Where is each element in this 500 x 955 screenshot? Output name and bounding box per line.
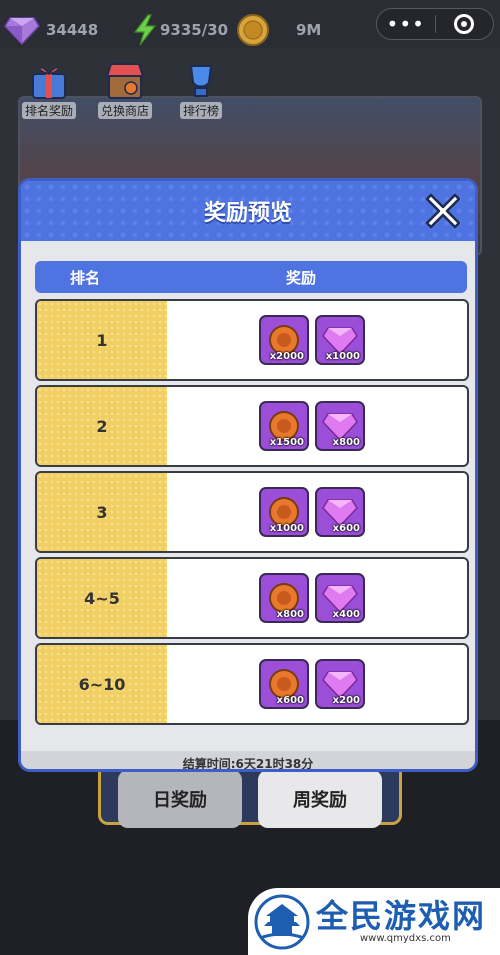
coin-counter: 9M <box>236 6 321 54</box>
coin-count: 9M <box>296 21 322 39</box>
gem-reward-item[interactable]: x600 <box>315 487 365 537</box>
gem-amount: x400 <box>332 609 360 620</box>
gem-reward-item[interactable]: x400 <box>315 573 365 623</box>
tab-daily-reward[interactable]: 日奖励 <box>118 770 242 828</box>
gem-counter: 34448 <box>4 6 98 54</box>
energy-counter: 9335/30 <box>132 6 228 54</box>
feature-label: 排行榜 <box>179 102 222 119</box>
coin-amount: x1500 <box>269 437 304 448</box>
site-watermark: 全民游戏网 www.qmydxs.com <box>248 888 500 955</box>
table-row: 2 x1500 x800 <box>35 385 469 467</box>
watermark-text: 全民游戏网 www.qmydxs.com <box>316 899 486 944</box>
reward-cell: x2000 x1000 <box>167 301 467 379</box>
gem-amount: x800 <box>332 437 360 448</box>
table-row: 6~10 x600 x200 <box>35 643 469 725</box>
dialog-title: 奖励预览 <box>203 201 292 226</box>
coin-amount: x2000 <box>269 351 304 362</box>
table-row: 4~5 x800 x400 <box>35 557 469 639</box>
reward-cell: x1500 x800 <box>167 387 467 465</box>
feature-label: 兑换商店 <box>97 102 152 119</box>
gem-amount: x200 <box>332 695 360 706</box>
gift-icon <box>32 66 66 99</box>
rank-cell: 6~10 <box>37 645 167 723</box>
rank-reward-entry[interactable]: 排名奖励 <box>14 60 84 119</box>
trophy-icon <box>189 65 213 97</box>
gem-reward-item[interactable]: x1000 <box>315 315 365 365</box>
site-url: www.qmydxs.com <box>360 933 451 944</box>
feature-icons: 排名奖励 兑换商店 排行榜 <box>14 60 236 119</box>
coin-amount: x800 <box>276 609 304 620</box>
energy-count: 9335/30 <box>160 21 229 39</box>
coin-reward-item[interactable]: x800 <box>259 573 309 623</box>
reward-preview-dialog: 奖励预览 排名 奖励 1 x2000 x1000 2 x1500 x800 3 … <box>18 178 478 772</box>
gem-reward-item[interactable]: x800 <box>315 401 365 451</box>
close-miniprogram-button[interactable] <box>435 14 493 34</box>
rank-cell: 4~5 <box>37 559 167 637</box>
miniprogram-capsule: ••• <box>376 8 494 40</box>
gem-icon <box>4 17 40 46</box>
rank-cell: 1 <box>37 301 167 379</box>
coin-amount: x1000 <box>269 523 304 534</box>
coin-icon <box>237 14 269 46</box>
reward-cell: x1000 x600 <box>167 473 467 551</box>
reward-cell: x600 x200 <box>167 645 467 723</box>
more-menu-button[interactable]: ••• <box>377 12 435 36</box>
leaderboard-entry[interactable]: 排行榜 <box>166 60 236 119</box>
shop-icon <box>105 63 145 99</box>
dialog-header: 奖励预览 <box>21 181 475 241</box>
rank-column-header: 排名 <box>69 268 100 287</box>
gem-reward-item[interactable]: x200 <box>315 659 365 709</box>
target-icon <box>454 14 475 34</box>
gem-count: 34448 <box>46 21 99 39</box>
gem-amount: x600 <box>332 523 360 534</box>
rank-cell: 2 <box>37 387 167 465</box>
table-row: 3 x1000 x600 <box>35 471 469 553</box>
tab-weekly-reward[interactable]: 周奖励 <box>258 770 382 828</box>
lightning-icon <box>133 14 157 46</box>
coin-reward-item[interactable]: x2000 <box>259 315 309 365</box>
coin-amount: x600 <box>276 695 304 706</box>
feature-label: 排名奖励 <box>21 102 76 119</box>
exchange-shop-entry[interactable]: 兑换商店 <box>90 60 160 119</box>
settlement-time: 结算时间:6天21时38分 <box>21 751 475 769</box>
reward-cell: x800 x400 <box>167 559 467 637</box>
pagoda-logo-icon <box>254 894 310 949</box>
rank-cell: 3 <box>37 473 167 551</box>
coin-reward-item[interactable]: x1500 <box>259 401 309 451</box>
gem-amount: x1000 <box>325 351 360 362</box>
coin-reward-item[interactable]: x1000 <box>259 487 309 537</box>
table-row: 1 x2000 x1000 <box>35 299 469 381</box>
status-bar: 34448 9335/30 9M ••• <box>0 0 500 48</box>
close-icon[interactable] <box>423 191 463 231</box>
table-header: 排名 奖励 <box>35 261 467 293</box>
coin-reward-item[interactable]: x600 <box>259 659 309 709</box>
site-name: 全民游戏网 <box>316 897 487 935</box>
reward-column-header: 奖励 <box>285 268 316 287</box>
reward-list[interactable]: 1 x2000 x1000 2 x1500 x800 3 x1000 x600 … <box>35 299 469 727</box>
